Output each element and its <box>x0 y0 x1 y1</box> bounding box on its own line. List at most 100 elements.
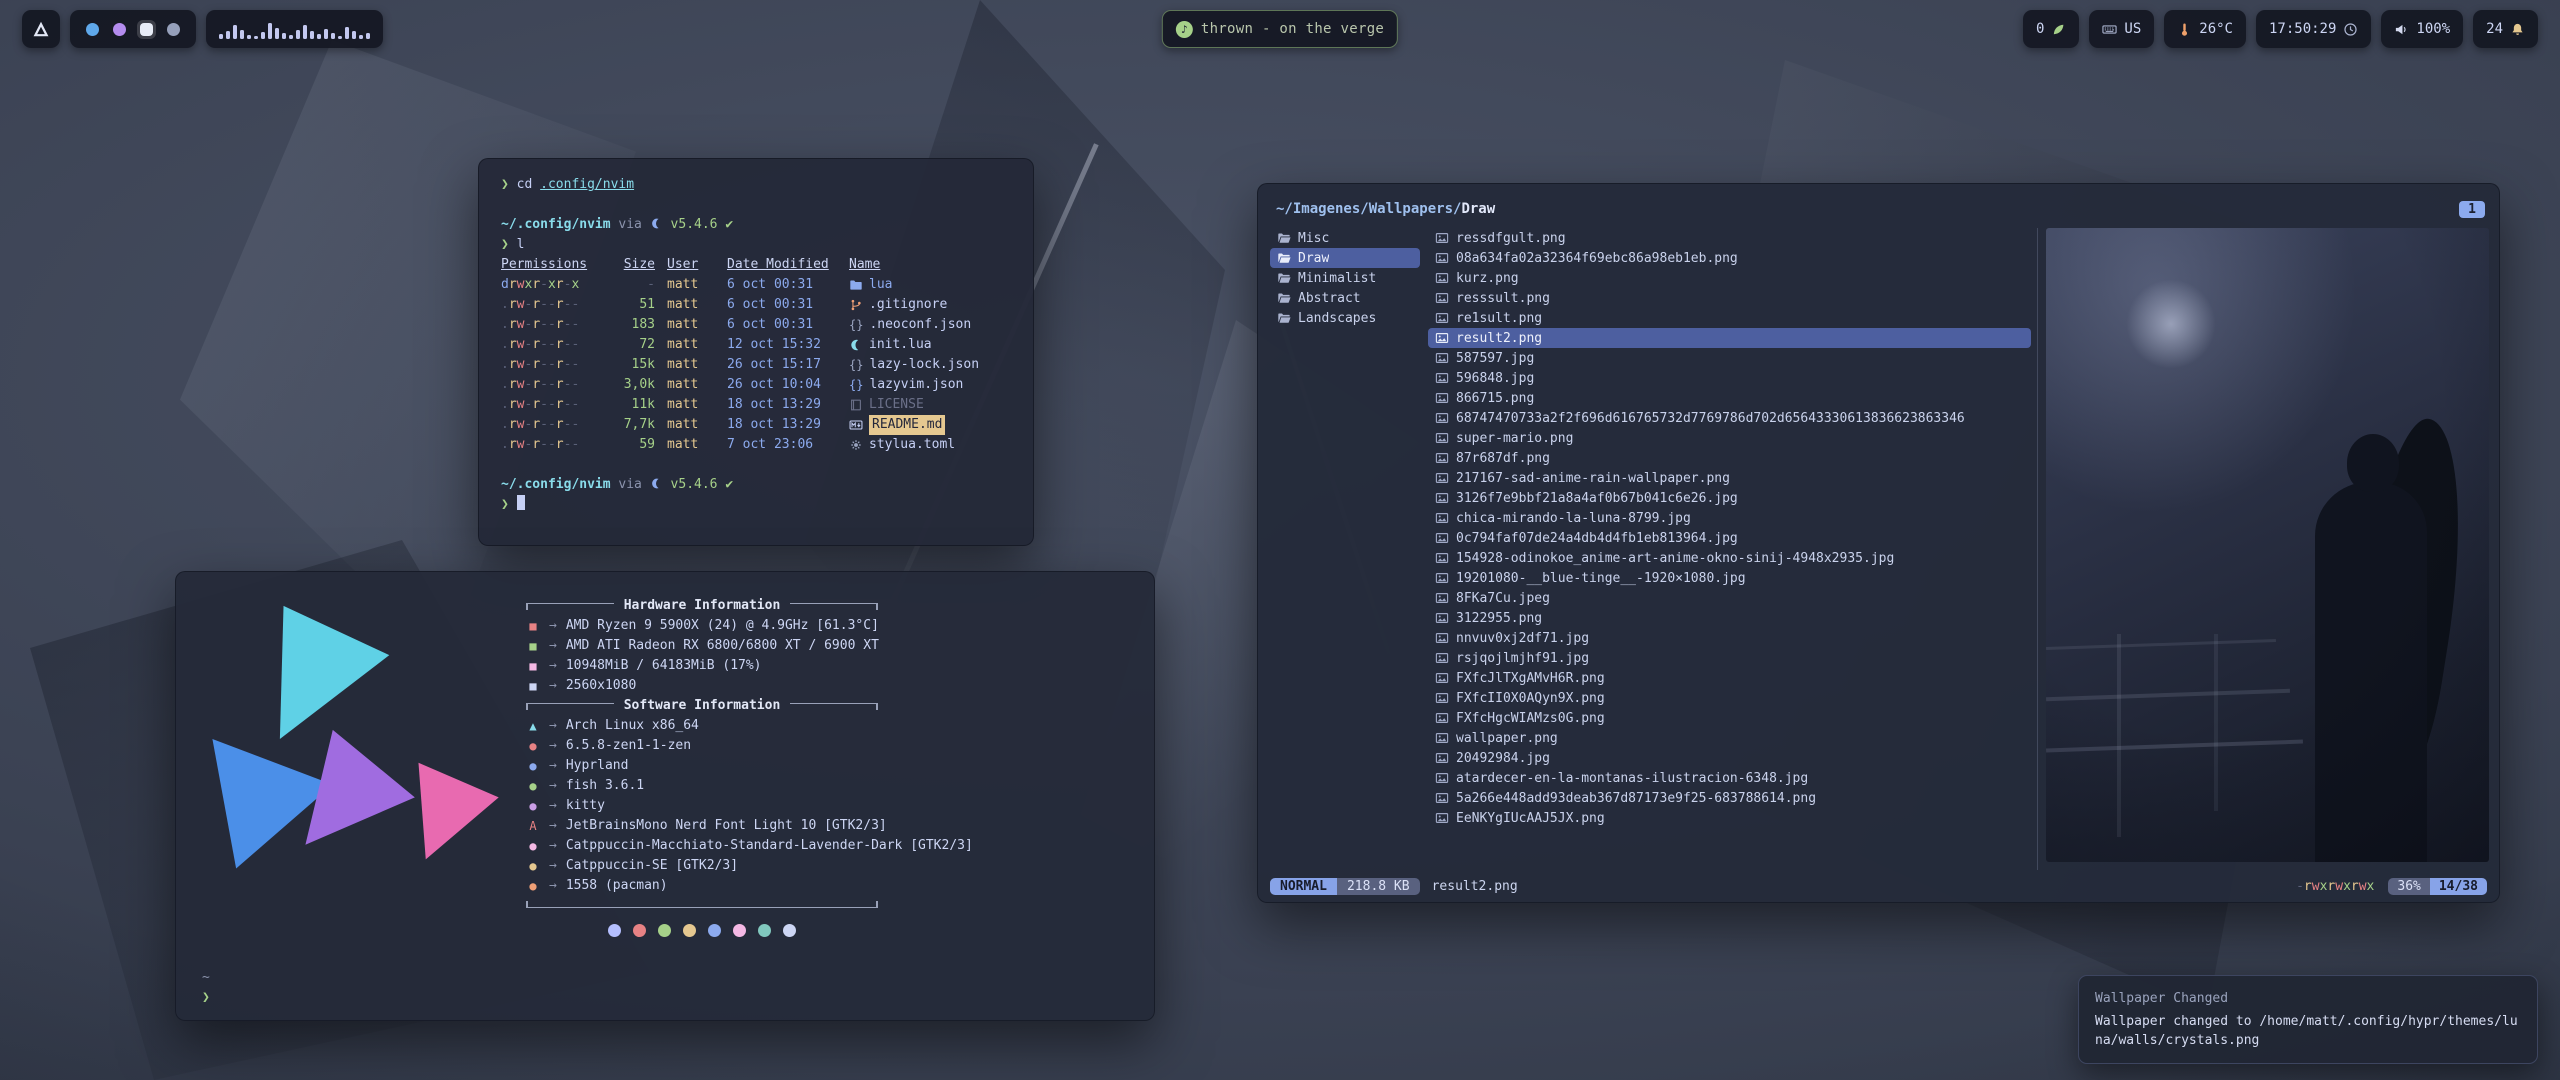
file-item[interactable]: result2.png <box>1428 328 2031 348</box>
file-item[interactable]: 8FKa7Cu.jpeg <box>1428 588 2031 608</box>
notification-body: Wallpaper changed to /home/matt/.config/… <box>2095 1012 2521 1050</box>
folder-item[interactable]: Landscapes <box>1270 308 1420 328</box>
file-item[interactable]: resssult.png <box>1428 288 2031 308</box>
notification-toast[interactable]: Wallpaper Changed Wallpaper changed to /… <box>2078 975 2538 1064</box>
folder-item[interactable]: Minimalist <box>1270 268 1420 288</box>
file-item[interactable]: EeNKYgIUcAAJ5JX.png <box>1428 808 2031 828</box>
kernel-value: 6.5.8-zen1-1-zen <box>566 736 691 756</box>
file-item[interactable]: 866715.png <box>1428 388 2031 408</box>
visualizer-widget[interactable] <box>206 10 383 48</box>
image-icon <box>1435 531 1449 545</box>
fastfetch-window[interactable]: Hardware Information ■→AMD Ryzen 9 5900X… <box>175 571 1155 1021</box>
palette-dot <box>633 924 646 937</box>
file-item[interactable]: rsjqojlmjhf91.jpg <box>1428 648 2031 668</box>
updates-module[interactable]: 0 <box>2023 10 2079 48</box>
folder-item[interactable]: Abstract <box>1270 288 1420 308</box>
clock-icon <box>2343 22 2358 37</box>
ls-entry: .rw-r--r--59matt7 oct 23:06stylua.toml <box>501 435 1011 455</box>
image-icon <box>1435 671 1449 685</box>
temperature-module[interactable]: 26°C <box>2164 10 2246 48</box>
tab-badge[interactable]: 1 <box>2459 201 2485 218</box>
file-item[interactable]: 0c794faf07de24a4db4d4fb1eb813964.jpg <box>1428 528 2031 548</box>
music-label: thrown - on the verge <box>1201 21 1384 37</box>
music-widget[interactable]: ♪ thrown - on the verge <box>1162 10 1398 48</box>
file-manager-header: ~/Imagenes/Wallpapers/Draw 1 <box>1258 184 2499 224</box>
tray-app-brush[interactable] <box>164 20 183 39</box>
app-brush-icon <box>167 23 180 36</box>
file-item[interactable]: 87r687df.png <box>1428 448 2031 468</box>
wm-icon: ● <box>526 756 540 776</box>
clock-module[interactable]: 17:50:29 <box>2256 10 2371 48</box>
file-item[interactable]: 596848.jpg <box>1428 368 2031 388</box>
topbar-right: 0 US 26°C 17:50:29 100% 24 <box>2023 9 2538 49</box>
file-item[interactable]: super-mario.png <box>1428 428 2031 448</box>
file-item[interactable]: 5a266e448add93deab367d87173e9f25-6837886… <box>1428 788 2031 808</box>
notifications-value: 24 <box>2486 21 2503 37</box>
image-icon <box>1435 331 1449 345</box>
font-line: A→JetBrainsMono Nerd Font Light 10 [GTK2… <box>526 816 1154 836</box>
file-item[interactable]: 587597.jpg <box>1428 348 2031 368</box>
kernel-icon: ● <box>526 736 540 756</box>
file-item[interactable]: 217167-sad-anime-rain-wallpaper.png <box>1428 468 2031 488</box>
hyprland-logo <box>176 572 526 1020</box>
scroll-percent-badge: 36% <box>2388 878 2429 895</box>
file-item[interactable]: re1sult.png <box>1428 308 2031 328</box>
terminal-icon: ● <box>526 796 540 816</box>
selected-file-name: result2.png <box>1432 879 1518 894</box>
image-icon <box>1435 731 1449 745</box>
file-item[interactable]: wallpaper.png <box>1428 728 2031 748</box>
folder-item[interactable]: Draw <box>1270 248 1420 268</box>
file-item[interactable]: chica-mirando-la-luna-8799.jpg <box>1428 508 2031 528</box>
hardware-lines: ■→AMD Ryzen 9 5900X (24) @ 4.9GHz [61.3°… <box>526 616 1154 696</box>
file-item[interactable]: 68747470733a2f2f696d616765732d7769786d70… <box>1428 408 2031 428</box>
kernel-line: ●→6.5.8-zen1-1-zen <box>526 736 1154 756</box>
folder-open-icon <box>1277 271 1291 285</box>
file-item[interactable]: 19201080-__blue-tinge__-1920×1080.jpg <box>1428 568 2031 588</box>
file-item[interactable]: FXfcII0X0AQyn9X.png <box>1428 688 2031 708</box>
file-name: 3126f7e9bbf21a8a4af0b67b041c6e26.jpg <box>1456 491 1738 506</box>
palette-dot <box>758 924 771 937</box>
gear-icon <box>849 438 863 452</box>
image-icon <box>1435 451 1449 465</box>
file-item[interactable]: atardecer-en-la-montanas-ilustracion-634… <box>1428 768 2031 788</box>
file-name: 0c794faf07de24a4db4d4fb1eb813964.jpg <box>1456 531 1738 546</box>
file-item[interactable]: FXfcHgcWIAMzs0G.png <box>1428 708 2031 728</box>
tray-app-purple[interactable] <box>110 20 129 39</box>
file-name: nnvuv0xj2df71.jpg <box>1456 631 1589 646</box>
file-item[interactable]: nnvuv0xj2df71.jpg <box>1428 628 2031 648</box>
music-icon: ♪ <box>1176 21 1193 38</box>
file-item[interactable]: kurz.png <box>1428 268 2031 288</box>
tray-app-blue[interactable] <box>83 20 102 39</box>
file-item[interactable]: 08a634fa02a32364f69ebc86a98eb1eb.png <box>1428 248 2031 268</box>
volume-module[interactable]: 100% <box>2381 10 2463 48</box>
terminal-cursor <box>517 495 525 510</box>
file-item[interactable]: 154928-odinokoe_anime-art-anime-okno-sin… <box>1428 548 2031 568</box>
file-manager-window[interactable]: ~/Imagenes/Wallpapers/Draw 1 MiscDrawMin… <box>1257 183 2500 903</box>
image-icon <box>1435 311 1449 325</box>
visualizer-bar <box>366 33 370 39</box>
image-icon <box>1435 771 1449 785</box>
folder-open-icon <box>1277 231 1291 245</box>
file-item[interactable]: FXfcJlTXgAMvH6R.png <box>1428 668 2031 688</box>
file-item[interactable]: 3126f7e9bbf21a8a4af0b67b041c6e26.jpg <box>1428 488 2031 508</box>
font-value: JetBrainsMono Nerd Font Light 10 [GTK2/3… <box>566 816 887 836</box>
file-name: 154928-odinokoe_anime-art-anime-okno-sin… <box>1456 551 1894 566</box>
notifications-module[interactable]: 24 <box>2473 10 2538 48</box>
file-item[interactable]: ressdfgult.png <box>1428 228 2031 248</box>
image-icon <box>1435 751 1449 765</box>
launcher-button[interactable] <box>22 10 60 48</box>
file-item[interactable]: 20492984.jpg <box>1428 748 2031 768</box>
file-item[interactable]: 3122955.png <box>1428 608 2031 628</box>
folder-item[interactable]: Misc <box>1270 228 1420 248</box>
wm-value: Hyprland <box>566 756 629 776</box>
tray-app-files[interactable] <box>137 20 156 39</box>
terminal-window[interactable]: ❯ cd .config/nvim ~/.config/nvim via v5.… <box>478 158 1034 546</box>
software-section-title: Software Information <box>526 696 878 716</box>
visualizer-bar <box>254 36 258 39</box>
visualizer-bar <box>219 34 223 39</box>
keyboard-layout-module[interactable]: US <box>2089 10 2154 48</box>
file-name: atardecer-en-la-montanas-ilustracion-634… <box>1456 771 1808 786</box>
palette-dot <box>658 924 671 937</box>
ls-entry: .rw-r--r--72matt12 oct 15:32init.lua <box>501 335 1011 355</box>
lua-icon <box>650 477 663 490</box>
